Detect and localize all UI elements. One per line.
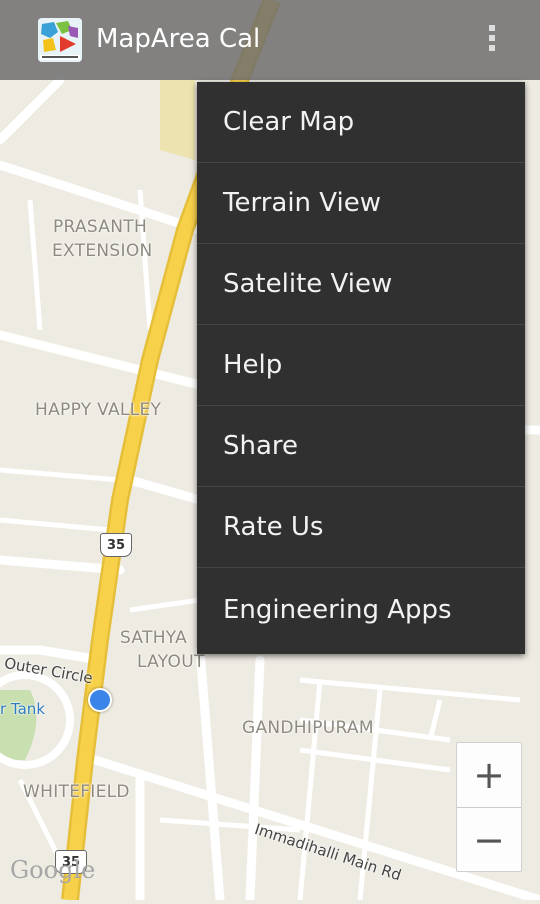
map-label-prasanth: PRASANTH	[53, 217, 148, 237]
action-bar: MapArea Cal	[0, 0, 540, 80]
google-logo: Google	[10, 856, 96, 884]
zoom-in-button[interactable]: +	[457, 743, 521, 807]
menu-item-help[interactable]: Help	[197, 325, 525, 406]
map-label-gandhipuram: GANDHIPURAM	[242, 718, 374, 738]
menu-item-satelite-view[interactable]: Satelite View	[197, 244, 525, 325]
menu-item-share[interactable]: Share	[197, 406, 525, 487]
map-label-layout: LAYOUT	[137, 652, 205, 672]
app-logo-icon[interactable]	[38, 18, 82, 62]
overflow-menu-icon[interactable]	[478, 22, 506, 58]
map-label-whitefield: WHITEFIELD	[23, 782, 130, 802]
map-label-happy-valley: HAPPY VALLEY	[35, 400, 162, 420]
app-title: MapArea Cal	[96, 24, 261, 54]
menu-item-clear-map[interactable]: Clear Map	[197, 82, 525, 163]
overflow-menu: Clear Map Terrain View Satelite View Hel…	[197, 82, 525, 654]
menu-item-terrain-view[interactable]: Terrain View	[197, 163, 525, 244]
map-label-tank: r Tank	[0, 700, 45, 718]
menu-item-rate-us[interactable]: Rate Us	[197, 487, 525, 568]
zoom-out-button[interactable]: −	[457, 807, 521, 871]
menu-item-engineering-apps[interactable]: Engineering Apps	[197, 568, 525, 652]
map-label-sathya: SATHYA	[120, 628, 188, 648]
my-location-dot	[88, 688, 112, 712]
map-label-extension: EXTENSION	[52, 241, 153, 261]
zoom-controls: + −	[456, 742, 522, 872]
highway-shield: 35	[100, 533, 132, 557]
